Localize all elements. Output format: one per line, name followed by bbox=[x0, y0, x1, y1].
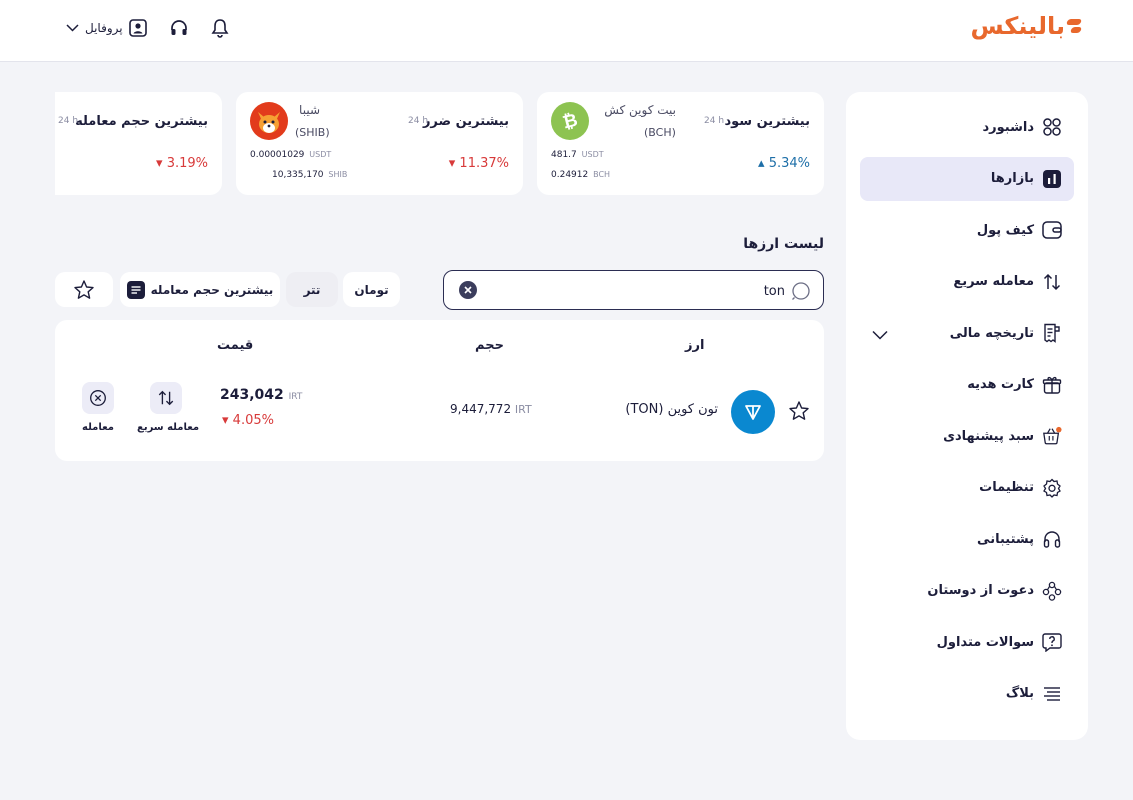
sidebar-item-label: بازارها bbox=[990, 171, 1034, 186]
sidebar-item-markets[interactable]: بازارها bbox=[860, 156, 1074, 201]
sidebar-item-suggested-basket[interactable]: سبد پیشنهادی bbox=[860, 414, 1074, 458]
toncoin-logo-icon bbox=[731, 390, 775, 434]
sidebar-item-faq[interactable]: سوالات متداول bbox=[860, 620, 1074, 664]
market-table: ارز حجم قیمت تون کوین (TON) 9,447,772 IR… bbox=[55, 320, 824, 461]
period-label: 24 h bbox=[704, 116, 725, 126]
favorites-filter-button[interactable] bbox=[55, 272, 113, 307]
logo-text: بالینکس bbox=[970, 12, 1065, 40]
coin-name: شیبا bbox=[299, 103, 320, 117]
trade-button[interactable] bbox=[82, 382, 114, 414]
chevron-down-icon[interactable] bbox=[872, 325, 888, 344]
profile-label: پروفایل bbox=[85, 21, 123, 35]
sidebar-item-label: معامله سریع bbox=[953, 274, 1034, 289]
sidebar-item-financial-history[interactable]: تاریخچه مالی bbox=[860, 311, 1074, 355]
logo-mark-icon bbox=[1067, 17, 1081, 35]
coin-symbol: (BCH) bbox=[644, 126, 676, 139]
search-box[interactable] bbox=[443, 270, 824, 310]
headset-icon[interactable] bbox=[169, 18, 189, 38]
change-percent: ▾ 3.19% bbox=[156, 156, 208, 171]
swap-icon bbox=[1042, 272, 1062, 292]
sidebar-item-label: سبد پیشنهادی bbox=[943, 428, 1034, 444]
volume-value: 9,447,772 IRT bbox=[450, 402, 532, 416]
bell-icon[interactable] bbox=[211, 18, 229, 38]
sidebar-item-label: تنظیمات bbox=[979, 480, 1034, 495]
sidebar-item-settings[interactable]: تنظیمات bbox=[860, 466, 1074, 510]
price-usdt: 481.7 USDT bbox=[551, 150, 604, 160]
users-icon bbox=[1042, 581, 1062, 601]
sidebar-item-label: کیف پول bbox=[976, 222, 1034, 238]
sidebar-item-support[interactable]: پشتیبانی bbox=[860, 517, 1074, 561]
wallet-icon bbox=[1042, 220, 1062, 240]
question-icon bbox=[1042, 632, 1062, 652]
sidebar-item-wallet[interactable]: کیف پول bbox=[860, 208, 1074, 252]
period-label: 24 h bbox=[58, 116, 79, 126]
card-title: بیشترین حجم معامله bbox=[75, 114, 208, 129]
column-header-volume: حجم bbox=[475, 338, 504, 353]
sidebar-item-label: پشتیبانی bbox=[977, 531, 1034, 547]
top-header: بالینکس پروفایل bbox=[0, 0, 1133, 62]
dashboard-icon bbox=[1042, 117, 1062, 137]
tether-filter-tab[interactable]: تتر bbox=[286, 272, 338, 307]
coin-name: تون کوین (TON) bbox=[625, 402, 718, 417]
receipt-icon bbox=[1042, 323, 1062, 343]
shiba-logo-icon bbox=[250, 102, 288, 140]
sidebar-item-invite-friends[interactable]: دعوت از دوستان bbox=[860, 569, 1074, 613]
price-usdt: 0.00001029 USDT bbox=[250, 150, 332, 160]
card-title: بیشترین ضرر bbox=[422, 114, 509, 129]
price-value: 243,042 IRT bbox=[220, 387, 303, 403]
highest-profit-card[interactable]: بیشترین سود 24 h ▴ 5.34% ₿ بیت کوین کش (… bbox=[537, 92, 824, 195]
column-header-currency: ارز bbox=[685, 338, 705, 353]
sidebar-item-dashboard[interactable]: داشبورد bbox=[860, 105, 1074, 149]
basket-icon bbox=[1042, 426, 1062, 446]
chevron-down-icon bbox=[66, 24, 79, 32]
sidebar-item-blog[interactable]: بلاگ bbox=[860, 672, 1074, 716]
period-label: 24 h bbox=[408, 116, 429, 126]
search-icon bbox=[791, 281, 811, 305]
chart-icon bbox=[1042, 169, 1062, 189]
change-percent: ▴ 5.34% bbox=[758, 156, 810, 171]
sidebar-item-label: بلاگ bbox=[1005, 686, 1034, 701]
sidebar-item-label: دعوت از دوستان bbox=[927, 583, 1034, 598]
blog-icon bbox=[1042, 684, 1062, 704]
column-header-price: قیمت bbox=[217, 338, 254, 353]
bitcoin-cash-logo-icon: ₿ bbox=[551, 102, 589, 140]
change-percent: ▾ 11.37% bbox=[448, 156, 509, 171]
gift-icon bbox=[1042, 375, 1062, 395]
headset-icon bbox=[1042, 529, 1062, 549]
sidebar-item-quick-trade[interactable]: معامله سریع bbox=[860, 260, 1074, 304]
clear-search-icon[interactable] bbox=[459, 281, 477, 299]
quick-trade-button[interactable] bbox=[150, 382, 182, 414]
sidebar-item-label: تاریخچه مالی bbox=[949, 325, 1034, 341]
profile-menu[interactable]: پروفایل bbox=[66, 19, 147, 37]
search-input[interactable] bbox=[505, 281, 785, 301]
sidebar-item-label: کارت هدیه bbox=[967, 377, 1034, 392]
brand-logo[interactable]: بالینکس bbox=[970, 12, 1081, 40]
favorite-star-icon[interactable] bbox=[788, 400, 810, 426]
coin-name: بیت کوین کش bbox=[604, 103, 676, 117]
amount-shib: 10,335,170 SHIB bbox=[272, 170, 348, 180]
coin-symbol: (SHIB) bbox=[295, 126, 330, 139]
star-icon bbox=[73, 279, 95, 301]
sort-list-icon bbox=[126, 280, 145, 299]
sidebar-item-label: سوالات متداول bbox=[936, 634, 1034, 650]
highest-volume-card[interactable]: بیشترین حجم معامله 24 h ▾ 3.19% bbox=[55, 92, 222, 195]
svg-text:₿: ₿ bbox=[560, 110, 579, 132]
sidebar: داشبورد بازارها کیف پول معامله سریع تاری… bbox=[846, 92, 1088, 740]
sidebar-item-label: داشبورد bbox=[982, 119, 1034, 135]
trade-label: معامله bbox=[82, 422, 114, 433]
user-icon bbox=[128, 19, 147, 37]
currency-list-title: لیست ارزها bbox=[743, 236, 824, 252]
change-percent: ▾ 4.05% bbox=[222, 413, 274, 428]
sort-by-volume-button[interactable]: بیشترین حجم معامله bbox=[120, 272, 280, 307]
quick-trade-label: معامله سریع bbox=[137, 422, 200, 433]
card-title: بیشترین سود bbox=[724, 114, 810, 129]
toman-filter-tab[interactable]: تومان bbox=[343, 272, 400, 307]
gear-icon bbox=[1042, 478, 1062, 498]
amount-bch: 0.24912 BCH bbox=[551, 170, 611, 180]
highest-loss-card[interactable]: بیشترین ضرر 24 h ▾ 11.37% شیبا (SHIB) 0.… bbox=[236, 92, 523, 195]
sidebar-item-gift-card[interactable]: کارت هدیه bbox=[860, 363, 1074, 407]
